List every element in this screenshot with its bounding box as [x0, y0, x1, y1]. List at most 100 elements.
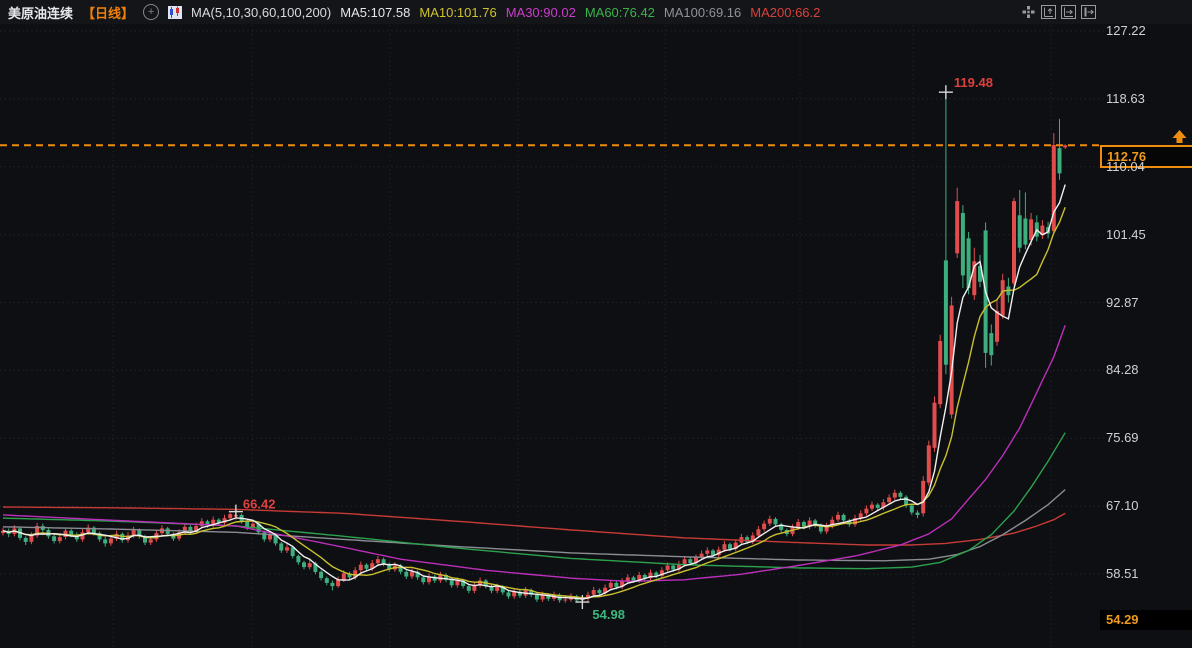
candle-body: [688, 559, 693, 564]
indicator-axis-up-icon[interactable]: [1041, 5, 1056, 19]
y-axis-label: 110.04: [1106, 158, 1145, 174]
candle-body: [921, 480, 926, 514]
kline-chart-window: 美原油连续 【日线】 + MA(5,10,30,60,100,200) MA5:…: [0, 0, 1192, 648]
ma5-value: MA5:107.58: [340, 4, 411, 20]
candle-body: [375, 559, 380, 564]
y-axis-label: 118.63: [1106, 90, 1145, 106]
candle-body: [631, 577, 636, 581]
candle-body: [1012, 201, 1016, 284]
candle-body: [1000, 280, 1005, 316]
pane-expand-icon[interactable]: [1081, 5, 1096, 19]
indicator-axis-right-icon[interactable]: [1061, 5, 1076, 19]
period-tag[interactable]: 【日线】: [82, 3, 134, 22]
candle-body: [103, 539, 108, 544]
candle-body: [767, 518, 772, 524]
candle-body: [421, 577, 426, 583]
candle-body: [671, 565, 676, 570]
candle-body: [495, 586, 500, 591]
candle-body: [364, 564, 369, 569]
candle-body: [926, 445, 931, 483]
price-annotation: 66.42: [243, 497, 276, 512]
candle-body: [836, 514, 840, 520]
candle-body: [1029, 219, 1034, 240]
candle-body: [995, 311, 999, 342]
candle-body: [915, 512, 920, 515]
kline-style-icon[interactable]: [168, 5, 183, 19]
ma-lines: [2, 184, 1066, 600]
y-axis-label: 92.87: [1106, 294, 1139, 310]
candle-body: [892, 492, 897, 498]
candles: [1, 92, 1068, 603]
candle-body: [943, 260, 948, 365]
y-axis-label: 127.22: [1106, 23, 1146, 38]
candle-body: [864, 508, 869, 514]
price-annotation: 54.98: [592, 607, 625, 622]
candle-body: [1063, 145, 1068, 148]
candle-body: [841, 514, 846, 521]
candle-body: [148, 539, 153, 543]
candle-body: [449, 579, 454, 586]
candle-body: [705, 550, 710, 554]
candle-body: [52, 536, 57, 541]
candle-body: [279, 543, 284, 551]
candle-body: [404, 571, 409, 577]
ma-line-ma5: [2, 184, 1066, 600]
price-axis[interactable]: 112.76 54.29 127.22 118.63 110.04 101.45 92.…: [1100, 0, 1192, 648]
y-axis-label: 101.45: [1106, 226, 1146, 242]
chart-header: 美原油连续 【日线】 + MA(5,10,30,60,100,200) MA5:…: [0, 0, 1192, 24]
candle-body: [336, 579, 341, 587]
candle-body: [69, 530, 74, 535]
candle-body: [262, 532, 267, 540]
visible-low-tag: 54.29: [1100, 609, 1192, 630]
ma30-value: MA30:90.02: [505, 4, 576, 20]
candle-body: [324, 578, 329, 583]
candle-body: [307, 563, 312, 568]
instrument-title: 美原油连续: [8, 5, 74, 21]
candle-body: [330, 582, 335, 587]
candle-body: [762, 523, 767, 530]
candle-body: [989, 333, 994, 356]
candle-body: [506, 592, 511, 597]
candle-body: [285, 547, 289, 551]
candle-body: [773, 518, 778, 525]
candle-body: [319, 571, 324, 579]
candlestick-chart[interactable]: 119.48 66.42 54.98: [0, 0, 1192, 648]
candle-body: [1057, 148, 1062, 174]
candle-body: [608, 582, 613, 588]
candle-body: [887, 497, 892, 503]
candle-body: [875, 504, 880, 508]
candle-body: [23, 537, 28, 542]
candle-body: [932, 402, 937, 448]
candle-body: [960, 213, 965, 276]
candle-body: [938, 341, 943, 405]
candle-body: [796, 522, 801, 528]
candle-body: [801, 522, 806, 527]
candle-body: [711, 550, 715, 556]
candle-body: [455, 580, 460, 586]
candle-body: [563, 599, 568, 601]
candle-body: [665, 565, 670, 571]
add-compare-icon[interactable]: +: [143, 4, 160, 20]
move-icon[interactable]: [1021, 5, 1036, 19]
candle-body: [898, 492, 903, 497]
candle-body: [296, 556, 301, 563]
candle-body: [614, 582, 619, 587]
candle-body: [410, 571, 414, 577]
y-axis-label: 58.51: [1106, 566, 1139, 582]
ma60-value: MA60:76.42: [584, 4, 655, 20]
y-axis-label: 75.69: [1106, 430, 1139, 446]
candle-body: [591, 590, 596, 595]
ma-param-label[interactable]: MA(5,10,30,60,100,200): [191, 5, 331, 20]
candle-body: [756, 529, 761, 536]
y-axis-label: 84.28: [1106, 362, 1139, 378]
candle-body: [534, 594, 539, 600]
ma-line-ma30: [2, 324, 1066, 583]
candle-body: [341, 573, 346, 580]
candle-body: [268, 534, 272, 540]
candle-body: [955, 201, 960, 254]
ma10-value: MA10:101.76: [419, 4, 497, 20]
ma100-value: MA100:69.16: [663, 4, 742, 20]
candle-body: [909, 505, 914, 513]
candle-body: [57, 537, 62, 542]
candle-body: [358, 564, 363, 571]
